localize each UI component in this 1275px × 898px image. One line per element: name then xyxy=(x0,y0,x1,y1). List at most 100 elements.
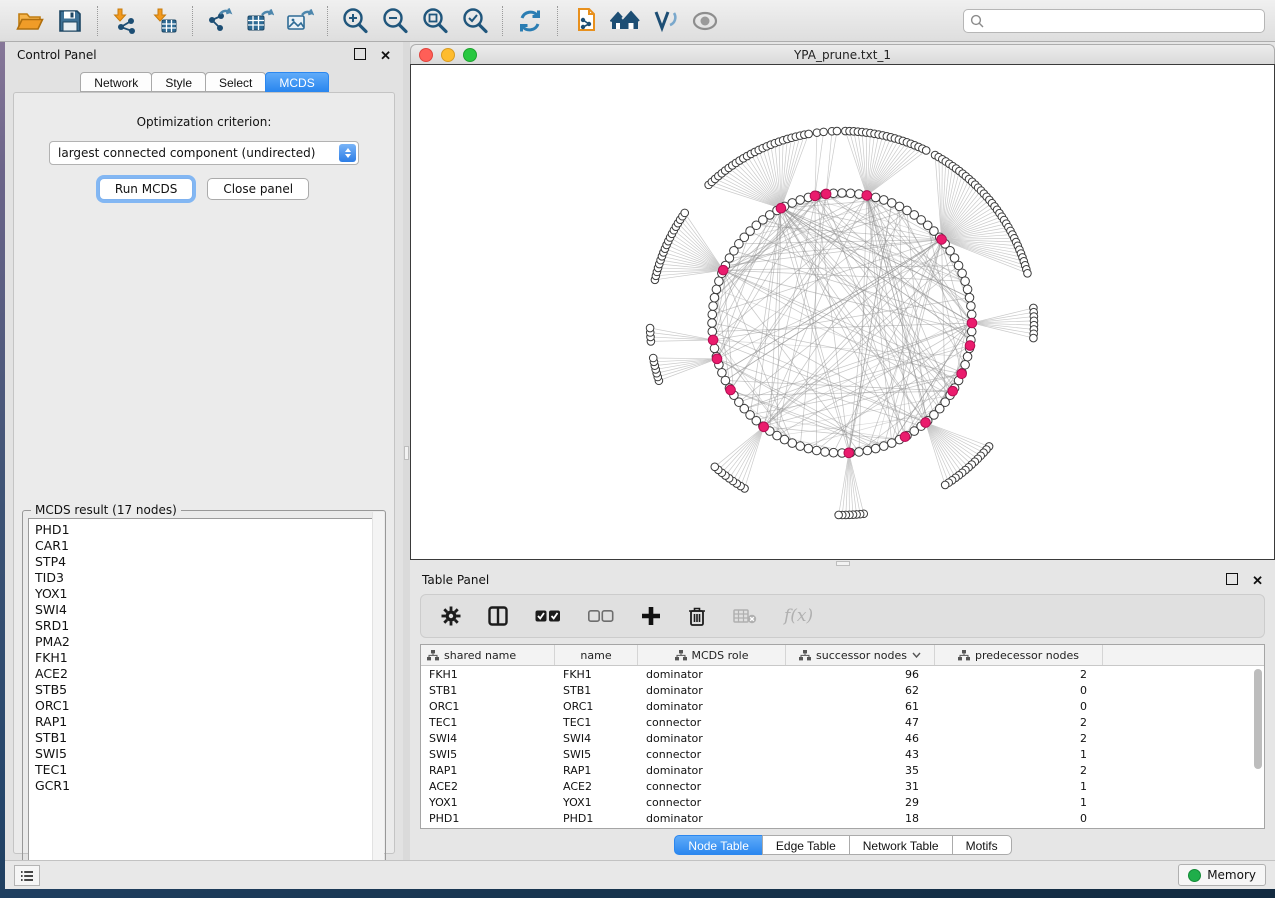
tab-network[interactable]: Network xyxy=(80,72,152,92)
style-brush-icon xyxy=(652,9,678,33)
run-mcds-button[interactable]: Run MCDS xyxy=(99,178,193,200)
mcds-result-item[interactable]: CAR1 xyxy=(35,538,379,554)
memory-button[interactable]: Memory xyxy=(1178,864,1266,886)
close-icon: ✕ xyxy=(380,48,391,63)
toolbar-separator xyxy=(97,6,98,36)
column-header-shared-name[interactable]: shared name xyxy=(421,645,555,665)
export-image-button[interactable] xyxy=(280,3,320,39)
close-panel-button[interactable]: Close panel xyxy=(207,178,309,200)
control-panel: Control Panel ✕ NetworkStyleSelectMCDS O… xyxy=(5,42,403,860)
deselect-all-button[interactable] xyxy=(588,603,614,629)
table-cell: 2 xyxy=(935,764,1103,777)
table-cell: connector xyxy=(638,748,786,761)
mcds-result-item[interactable]: FKH1 xyxy=(35,650,379,666)
tab-motifs[interactable]: Motifs xyxy=(952,835,1012,855)
search-box[interactable] xyxy=(963,9,1265,33)
save-session-button[interactable] xyxy=(50,3,90,39)
mcds-list-scrollbar[interactable] xyxy=(372,512,384,876)
export-table-button[interactable] xyxy=(240,3,280,39)
mcds-result-list[interactable]: PHD1CAR1STP4TID3YOX1SWI4SRD1PMA2FKH1ACE2… xyxy=(28,518,380,872)
table-row[interactable]: RAP1RAP1dominator352 xyxy=(421,762,1264,778)
mcds-result-item[interactable]: ACE2 xyxy=(35,666,379,682)
delete-column-button[interactable] xyxy=(688,603,706,629)
table-row[interactable]: ORC1ORC1dominator610 xyxy=(421,698,1264,714)
control-panel-close-button[interactable]: ✕ xyxy=(380,49,391,62)
column-header-predecessor-nodes[interactable]: predecessor nodes xyxy=(935,645,1103,665)
mcds-result-item[interactable]: STP4 xyxy=(35,554,379,570)
table-panel-close-button[interactable]: ✕ xyxy=(1252,574,1263,587)
table-row[interactable]: ACE2ACE2connector311 xyxy=(421,778,1264,794)
apply-layout-button[interactable] xyxy=(510,3,550,39)
mcds-result-item[interactable]: SRD1 xyxy=(35,618,379,634)
tab-node-table[interactable]: Node Table xyxy=(674,835,763,855)
mcds-result-item[interactable]: YOX1 xyxy=(35,586,379,602)
table-cell: YOX1 xyxy=(421,796,555,809)
network-window-titlebar[interactable]: YPA_prune.txt_1 xyxy=(410,44,1275,66)
mcds-result-item[interactable]: ORC1 xyxy=(35,698,379,714)
export-network-button[interactable] xyxy=(200,3,240,39)
tab-style[interactable]: Style xyxy=(151,72,206,92)
mcds-result-item[interactable]: RAP1 xyxy=(35,714,379,730)
mcds-result-item[interactable]: TID3 xyxy=(35,570,379,586)
mcds-result-item[interactable]: PHD1 xyxy=(35,522,379,538)
zoom-selected-button[interactable] xyxy=(455,3,495,39)
horizontal-splitter[interactable] xyxy=(410,560,1275,567)
table-cell: 61 xyxy=(786,700,935,713)
tab-edge-table[interactable]: Edge Table xyxy=(762,835,850,855)
delete-table-button[interactable] xyxy=(733,603,757,629)
mcds-result-item[interactable]: GCR1 xyxy=(35,778,379,794)
splitter-handle[interactable] xyxy=(836,561,850,566)
mcds-result-item[interactable]: STB1 xyxy=(35,730,379,746)
hide-selected-button[interactable] xyxy=(645,3,685,39)
tab-network-table[interactable]: Network Table xyxy=(849,835,953,855)
show-all-button[interactable] xyxy=(605,3,645,39)
tab-select[interactable]: Select xyxy=(205,72,266,92)
table-row[interactable]: YOX1YOX1connector291 xyxy=(421,794,1264,810)
clone-network-button[interactable] xyxy=(565,3,605,39)
open-file-button[interactable] xyxy=(10,3,50,39)
vertical-splitter[interactable] xyxy=(403,42,410,860)
mcds-result-item[interactable]: SWI4 xyxy=(35,602,379,618)
network-graph[interactable] xyxy=(411,65,1274,559)
mcds-result-item[interactable]: TEC1 xyxy=(35,762,379,778)
column-header-successor-nodes[interactable]: successor nodes xyxy=(786,645,935,665)
table-row[interactable]: FKH1FKH1dominator962 xyxy=(421,666,1264,682)
mcds-result-item[interactable]: SWI5 xyxy=(35,746,379,762)
column-header-mcds-role[interactable]: MCDS role xyxy=(638,645,786,665)
table-cell: 2 xyxy=(935,732,1103,745)
column-header-name[interactable]: name xyxy=(555,645,638,665)
scrollbar-thumb[interactable] xyxy=(1254,669,1262,769)
table-row[interactable]: STB1STB1dominator620 xyxy=(421,682,1264,698)
table-row[interactable]: TEC1TEC1connector472 xyxy=(421,714,1264,730)
table-cell: SWI4 xyxy=(555,732,638,745)
select-all-button[interactable] xyxy=(535,603,561,629)
table-settings-button[interactable] xyxy=(441,603,461,629)
table-panel-float-button[interactable] xyxy=(1226,573,1238,587)
tab-mcds[interactable]: MCDS xyxy=(265,72,328,92)
zoom-selected-icon xyxy=(461,7,489,35)
show-column-panel-button[interactable] xyxy=(488,603,508,629)
add-column-button[interactable] xyxy=(641,603,661,629)
import-table-button[interactable] xyxy=(145,3,185,39)
mcds-result-item[interactable]: PMA2 xyxy=(35,634,379,650)
zoom-in-button[interactable] xyxy=(335,3,375,39)
mcds-result-item[interactable]: STB5 xyxy=(35,682,379,698)
table-scrollbar[interactable] xyxy=(1253,667,1262,824)
table-row[interactable]: SWI4SWI4dominator462 xyxy=(421,730,1264,746)
task-history-button[interactable] xyxy=(14,865,40,886)
function-builder-button[interactable]: f(x) xyxy=(784,603,813,629)
table-row[interactable]: SWI5SWI5connector431 xyxy=(421,746,1264,762)
optimization-criterion-select[interactable]: largest connected component (undirected) xyxy=(49,141,359,165)
table-cell: SWI5 xyxy=(421,748,555,761)
network-canvas[interactable] xyxy=(410,64,1275,560)
zoom-fit-button[interactable] xyxy=(415,3,455,39)
control-panel-float-button[interactable] xyxy=(354,48,366,62)
table-cell: 18 xyxy=(786,812,935,825)
zoom-out-button[interactable] xyxy=(375,3,415,39)
show-hidden-button[interactable] xyxy=(685,3,725,39)
table-row[interactable]: PHD1PHD1dominator180 xyxy=(421,810,1264,826)
import-network-icon xyxy=(112,8,138,34)
search-input[interactable] xyxy=(984,13,1258,29)
import-network-button[interactable] xyxy=(105,3,145,39)
splitter-handle[interactable] xyxy=(404,446,409,460)
